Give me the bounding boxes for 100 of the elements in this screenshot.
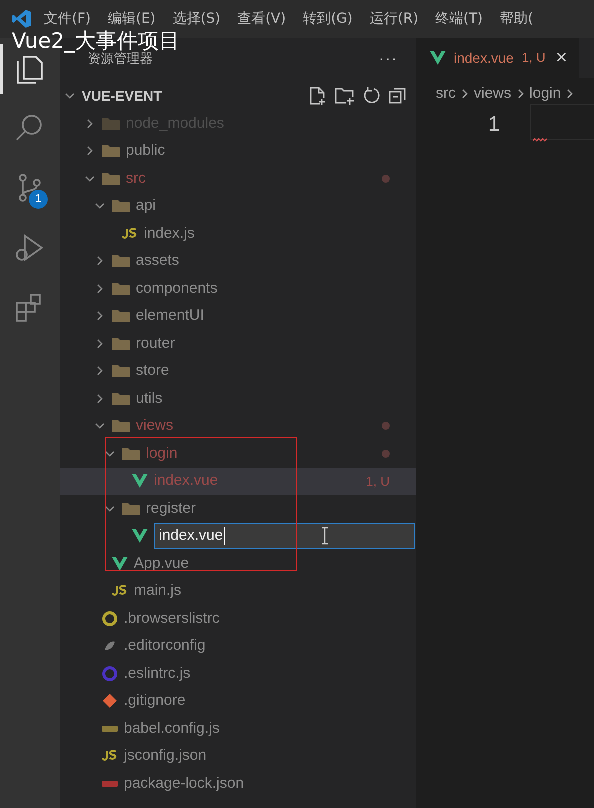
collapse-all-icon[interactable] [388,86,408,106]
file-name: .eslintrc.js [124,664,191,684]
folder-icon [102,172,120,186]
folder-icon [112,336,130,351]
new-folder-icon[interactable] [334,86,356,106]
tree-row[interactable]: index.js [60,220,416,248]
line-number: 1 [488,112,500,138]
active-indicator [0,44,3,94]
circle-file-icon [102,610,118,627]
vue-file-icon [132,529,148,544]
folder-icon [102,144,120,158]
tree-row[interactable]: register [60,495,416,522]
sidebar-title: 资源管理器 [88,52,153,70]
file-name: views [136,416,174,436]
file-name: .editorconfig [124,636,206,656]
tree-row[interactable]: babel.config.js [60,715,416,742]
menu-item[interactable]: 文件(F) [44,8,91,30]
tree-row[interactable]: package-lock.json [60,770,416,798]
js-file-icon [122,228,138,240]
file-name: router [136,334,176,354]
folder-icon [112,199,130,214]
rename-input[interactable]: index.vue [154,523,415,550]
tree-row[interactable]: login [60,440,416,468]
tab-status: 1, U [522,49,546,68]
menu-item[interactable]: 终端(T) [436,8,484,30]
vue-file-icon [430,51,446,65]
tree-row[interactable]: main.js [60,578,416,605]
editor-tab[interactable]: index.vue 1, U × [416,38,580,78]
menu-item[interactable]: 编辑(E) [108,8,156,30]
diamond-file-icon [102,693,118,710]
breadcrumb[interactable]: login [530,82,562,106]
tree-row[interactable]: assets [60,248,416,275]
vue-file-icon [112,556,128,571]
folder-icon [122,446,140,461]
tree-row[interactable]: utils [60,385,416,412]
menu-item[interactable]: 运行(R) [370,8,419,30]
menu-item[interactable]: 帮助( [500,8,534,30]
file-name: src [126,168,146,188]
more-button[interactable]: ··· [379,48,398,72]
tree-row[interactable]: elementUI [60,302,416,330]
tree-row[interactable]: store [60,358,416,385]
file-name: index.vue [154,471,218,491]
error-squiggle [533,137,547,143]
file-name: jsconfig.json [124,746,207,766]
tree-row[interactable]: .gitignore [60,688,416,715]
file-name: .browserslistrc [124,608,220,628]
tree-row[interactable]: api [60,192,416,220]
file-name: assets [136,251,180,271]
video-title: Vue2_大事件项目 [12,28,180,53]
breadcrumb[interactable]: src [436,82,456,106]
chevron-right-icon [565,88,576,100]
file-name: package-lock.json [124,774,244,794]
tree-row[interactable]: .browserslistrc [60,605,416,632]
search-icon[interactable] [15,113,45,143]
folder-icon [112,254,130,268]
app-logo-icon [12,9,32,29]
refresh-icon[interactable] [362,86,382,106]
file-name: api [136,196,156,216]
tree-row[interactable]: jsconfig.json [60,742,416,770]
input-value: index.vue [159,527,226,546]
folder-icon [112,364,130,378]
folder-icon [112,309,130,324]
menu-item[interactable]: 转到(G) [303,8,353,30]
tree-row[interactable]: views [60,412,416,440]
tree-row[interactable]: public [60,138,416,165]
file-name: .gitignore [124,691,186,711]
new-file-icon[interactable] [308,86,328,106]
circle-file-icon [102,666,118,682]
breadcrumb[interactable]: views [474,82,512,106]
tab-label: index.vue [454,48,514,68]
project-name[interactable]: VUE-EVENT [82,86,162,106]
file-name: components [136,278,218,298]
chevron-right-icon [516,88,526,100]
menu-item[interactable]: 选择(S) [172,8,221,30]
folder-icon [122,502,140,516]
close-button[interactable]: × [556,48,568,68]
run-debug-icon[interactable] [15,233,45,263]
tree-row[interactable]: .editorconfig [60,632,416,660]
tree-row[interactable]: App.vue [60,550,416,578]
file-name: store [136,361,170,381]
file-name: login [146,444,178,464]
tree-row[interactable]: index.vue [60,522,416,550]
file-name: elementUI [136,306,204,326]
folder-icon [112,419,130,434]
file-name: utils [136,388,163,408]
tree-row[interactable]: components [60,275,416,302]
text-cursor-icon [321,527,330,546]
menu-item[interactable]: 查看(V) [238,8,286,30]
folder-icon [112,282,130,296]
chevron-right-icon [460,88,470,100]
file-badge-icon [102,778,118,789]
tree-row[interactable]: .eslintrc.js [60,660,416,688]
file-name: index.js [144,224,195,244]
file-name: register [146,498,196,518]
tree-row[interactable]: router [60,330,416,358]
file-name: public [126,141,166,161]
js-file-icon [112,585,128,598]
file-name: main.js [134,581,182,601]
tree-row[interactable]: src [60,165,416,192]
js-file-icon [102,750,118,762]
